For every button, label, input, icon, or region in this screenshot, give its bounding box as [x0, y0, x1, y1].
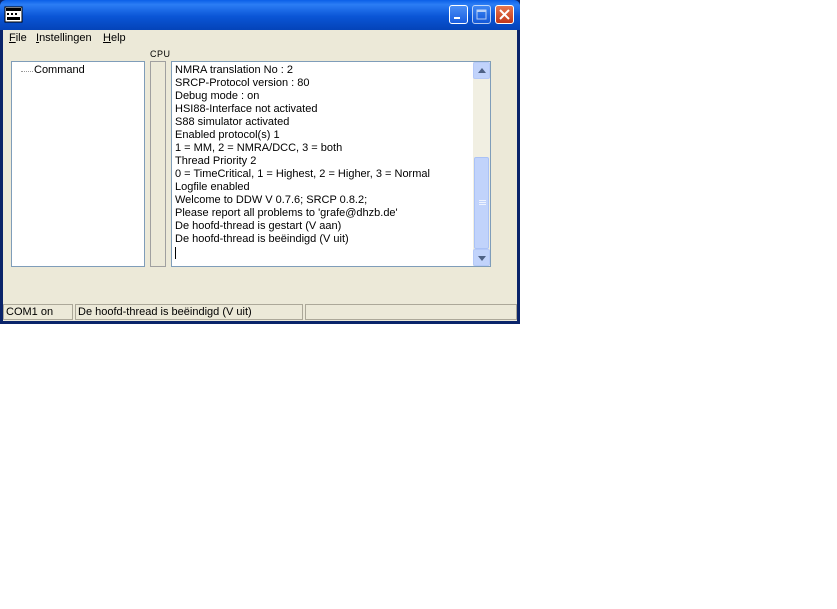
log-line: 0 = TimeCritical, 1 = Highest, 2 = Highe…: [175, 168, 430, 180]
app-icon[interactable]: [4, 5, 23, 24]
menu-help[interactable]: Help: [103, 32, 126, 44]
menu-file-accel: F: [9, 32, 16, 44]
minimize-button[interactable]: [449, 5, 468, 24]
maximize-button[interactable]: [472, 5, 491, 24]
log-textarea[interactable]: NMRA translation No : 2 SRCP-Protocol ve…: [171, 61, 491, 267]
tree-connector: [21, 71, 33, 72]
client-area: File Instellingen Help CPU Command NMRA …: [3, 30, 517, 321]
log-line: Welcome to DDW V 0.7.6; SRCP 0.8.2;: [175, 194, 368, 206]
log-line: Thread Priority 2: [175, 155, 257, 167]
tree-item-command[interactable]: Command: [34, 64, 85, 76]
status-message: De hoofd-thread is beëindigd (V uit): [75, 304, 303, 320]
menu-bar: File Instellingen Help: [3, 30, 517, 49]
menu-instellingen[interactable]: Instellingen: [36, 32, 92, 44]
log-line: S88 simulator activated: [175, 116, 290, 128]
close-icon: [499, 9, 510, 20]
close-button[interactable]: [495, 5, 514, 24]
log-line: SRCP-Protocol version : 80: [175, 77, 310, 89]
grip-line: [479, 202, 486, 203]
text-caret: [175, 247, 176, 259]
log-line: De hoofd-thread is beëindigd (V uit): [175, 233, 349, 245]
cpu-gauge: [150, 61, 166, 267]
title-bar[interactable]: [0, 0, 520, 30]
log-line: NMRA translation No : 2: [175, 64, 293, 76]
maximize-icon: [476, 9, 487, 20]
log-line: De hoofd-thread is gestart (V aan): [175, 220, 342, 232]
log-lines: NMRA translation No : 2 SRCP-Protocol ve…: [175, 64, 471, 259]
grip-line: [479, 204, 486, 205]
log-line: Enabled protocol(s) 1: [175, 129, 280, 141]
menu-help-label: elp: [110, 32, 126, 44]
app-window: File Instellingen Help CPU Command NMRA …: [0, 0, 520, 324]
log-line: Please report all problems to 'grafe@dhz…: [175, 207, 398, 219]
chevron-down-icon: [478, 256, 486, 261]
menu-help-accel: H: [103, 32, 111, 44]
scroll-down-button[interactable]: [473, 249, 490, 266]
status-port: COM1 on: [3, 304, 73, 320]
log-line: Debug mode : on: [175, 90, 260, 102]
grip-line: [479, 200, 486, 201]
log-line: Logfile enabled: [175, 181, 250, 193]
scroll-up-button[interactable]: [473, 62, 490, 79]
status-bar: COM1 on De hoofd-thread is beëindigd (V …: [3, 303, 517, 321]
minimize-icon: [454, 17, 460, 19]
scroll-thumb[interactable]: [474, 157, 489, 249]
chevron-up-icon: [478, 68, 486, 73]
status-extra: [305, 304, 517, 320]
log-line: 1 = MM, 2 = NMRA/DCC, 3 = both: [175, 142, 343, 154]
command-tree[interactable]: Command: [11, 61, 145, 267]
menu-file[interactable]: File: [9, 32, 27, 44]
cpu-label: CPU: [150, 49, 171, 59]
log-line: HSI88-Interface not activated: [175, 103, 318, 115]
vertical-scrollbar[interactable]: [473, 62, 490, 266]
menu-file-label: ile: [15, 32, 27, 44]
menu-instellingen-label: nstellingen: [39, 32, 92, 44]
